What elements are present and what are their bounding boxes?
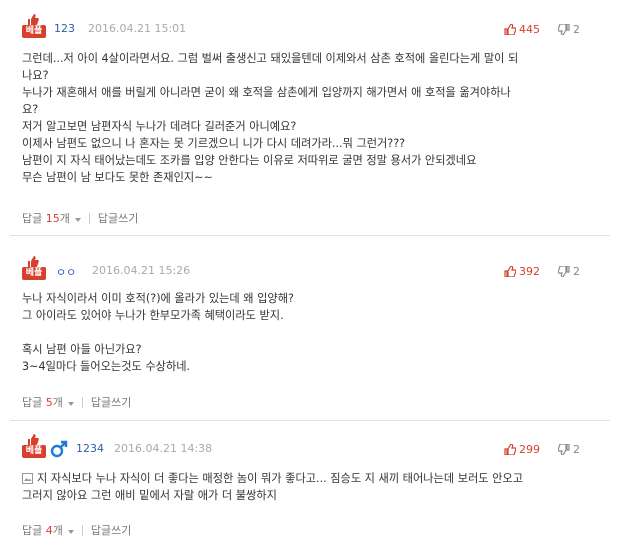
reply-toggle[interactable]: 답글 5개 [22,394,74,410]
comment-line: 지 자식보다 누나 자식이 더 좋다는 매정한 놈이 뭐가 좋다고... 짐승도… [22,470,602,487]
thumbs-down-icon [558,265,570,277]
divider [81,524,83,536]
thumbs-up-icon [504,265,516,277]
thumbs-up-icon [504,443,516,455]
comment-line-blank [22,324,602,341]
comment-line: 누나 자식이라서 이미 호적(?)에 올라가 있는데 왜 입양해? [22,292,294,305]
comment-date: 2016.04.21 15:26 [92,264,191,277]
downvote-count: 2 [573,442,580,456]
comment-line: 혹시 남편 아들 아닌가요? [22,343,142,356]
thumbs-down-icon [558,23,570,35]
best-badge-label: 베플 [22,445,46,458]
write-reply-button[interactable]: 답글쓰기 [91,394,131,410]
male-icon [50,440,68,458]
chevron-down-icon [67,530,74,534]
best-thumb-icon [28,434,39,445]
downvote-button[interactable]: 2 [558,441,580,457]
best-badge-label: 베플 [22,267,46,280]
comment-line: 무슨 남편이 남 보다도 못한 존재인지~~ [22,171,213,184]
comment-item: 베플 ㅇㅇ 2016.04.21 15:26 392 2 누나 자식이라서 이미… [10,256,610,410]
best-badge-label: 베플 [22,25,46,38]
divider [81,396,83,408]
comment-body: 지 자식보다 누나 자식이 더 좋다는 매정한 놈이 뭐가 좋다고... 짐승도… [22,470,602,504]
comment-line: 나요? [22,69,49,82]
downvote-count: 2 [573,22,580,36]
upvote-button[interactable]: 445 [504,21,540,37]
thumbs-up-icon [504,23,516,35]
upvote-count: 392 [519,264,540,278]
downvote-button[interactable]: 2 [558,21,580,37]
reply-toggle[interactable]: 답글 4개 [22,522,74,538]
reply-toggle[interactable]: 답글 15개 [22,210,81,226]
downvote-button[interactable]: 2 [558,263,580,279]
best-thumb-icon [28,14,39,25]
divider [10,420,610,421]
comment-line: 남편이 지 자식 태어났는데도 조카를 입양 안한다는 이유로 저따위로 굴면 … [22,154,477,167]
comment-line: 그 아이라도 있어야 누나가 한부모가족 혜택이라도 받지. [22,309,284,322]
best-badge: 베플 [22,256,48,282]
write-reply-button[interactable]: 답글쓰기 [98,210,138,226]
best-badge: 베플 [22,434,48,460]
upvote-count: 445 [519,22,540,36]
author-name[interactable]: 123 [54,22,75,35]
image-icon [22,473,33,484]
thumbs-down-icon [558,443,570,455]
comment-header: 베플 1234 2016.04.21 14:38 299 2 [10,434,610,460]
comment-line: 3~4일마다 들어오는것도 수상하네. [22,360,191,373]
best-thumb-icon [28,256,39,267]
reply-count: 5 [45,396,53,409]
comment-line: 그런데...저 아이 4살이라면서요. 그럼 벌써 출생신고 돼있을텐데 이제와… [22,52,519,65]
comment-list: 베플 123 2016.04.21 15:01 445 2 그런데...저 아이… [0,0,623,555]
comment-line: 요? [22,103,39,116]
reply-count: 15 [45,212,60,225]
upvote-button[interactable]: 392 [504,263,540,279]
chevron-down-icon [74,218,81,222]
write-reply-button[interactable]: 답글쓰기 [91,522,131,538]
reply-count: 4 [45,524,53,537]
comment-footer: 답글 4개 답글쓰기 [22,522,131,538]
comment-body: 누나 자식이라서 이미 호적(?)에 올라가 있는데 왜 입양해? 그 아이라도… [22,290,602,375]
comment-date: 2016.04.21 15:01 [88,22,187,35]
comment-body: 그런데...저 아이 4살이라면서요. 그럼 벌써 출생신고 돼있을텐데 이제와… [22,50,602,186]
comment-footer: 답글 5개 답글쓰기 [22,394,131,410]
comment-header: 베플 123 2016.04.21 15:01 445 2 [10,14,610,40]
downvote-count: 2 [573,264,580,278]
comment-line: 저거 알고보면 남편자식 누나가 데려다 길러준거 아니예요? [22,120,297,133]
comment-header: 베플 ㅇㅇ 2016.04.21 15:26 392 2 [10,256,610,282]
comment-line: 누나가 재혼해서 애를 버릴게 아니라면 굳이 왜 호적을 삼촌에게 입양까지 … [22,86,511,99]
upvote-count: 299 [519,442,540,456]
author-name[interactable]: ㅇㅇ [56,264,76,280]
divider [88,212,90,224]
chevron-down-icon [67,402,74,406]
comment-footer: 답글 15개 답글쓰기 [22,210,138,226]
comment-item: 베플 123 2016.04.21 15:01 445 2 그런데...저 아이… [10,14,610,226]
comment-date: 2016.04.21 14:38 [114,442,213,455]
upvote-button[interactable]: 299 [504,441,540,457]
best-badge: 베플 [22,14,48,40]
comment-line: 그러지 않아요 그런 애비 밑에서 자랄 애가 더 불쌍하지 [22,489,277,502]
author-name[interactable]: 1234 [76,442,104,455]
comment-line: 이제사 남편도 없으니 나 혼자는 못 기르겠으니 니가 다시 데려가라...뭐… [22,137,406,150]
divider [10,235,610,236]
comment-item: 베플 1234 2016.04.21 14:38 299 2 지 자식보다 누나… [10,434,610,546]
